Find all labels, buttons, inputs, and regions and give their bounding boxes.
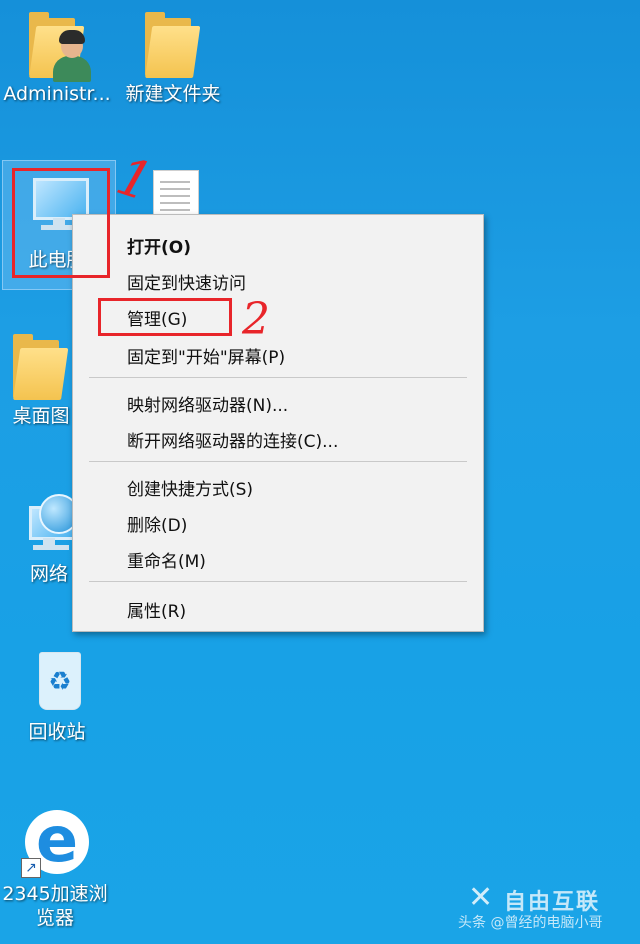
annotation-box-manage	[98, 298, 232, 336]
desktop-icon-label: 2345加速浏	[2, 883, 108, 905]
menu-item-create-shortcut[interactable]: 创建快捷方式(S)	[127, 475, 253, 500]
context-menu: 打开(O) 固定到快速访问 管理(G) 固定到"开始"屏幕(P) 映射网络驱动器…	[72, 214, 484, 632]
ie-browser-icon: e ↗	[19, 808, 91, 880]
menu-separator	[89, 581, 467, 582]
folder-icon	[5, 330, 77, 402]
desktop-icon-administrator[interactable]: Administr...	[2, 8, 112, 106]
menu-item-map-network-drive[interactable]: 映射网络驱动器(N)...	[127, 391, 288, 416]
desktop-icon-label: 新建文件夹	[125, 83, 221, 105]
menu-item-delete[interactable]: 删除(D)	[127, 511, 187, 536]
desktop-icon-label: 回收站	[28, 721, 86, 743]
desktop-icon-recycle-bin[interactable]: ♻ 回收站	[2, 646, 112, 744]
menu-separator	[89, 461, 467, 462]
shortcut-arrow-icon: ↗	[21, 858, 41, 878]
desktop-icon-label-line2: 览器	[35, 907, 74, 929]
annotation-box-this-pc	[12, 168, 110, 278]
desktop-icon-label: Administr...	[3, 83, 111, 105]
menu-item-pin-start[interactable]: 固定到"开始"屏幕(P)	[127, 343, 285, 368]
menu-item-disconnect-network-drive[interactable]: 断开网络驱动器的连接(C)...	[127, 427, 338, 452]
menu-item-open[interactable]: 打开(O)	[127, 233, 191, 258]
menu-item-pin-quick-access[interactable]: 固定到快速访问	[127, 269, 246, 294]
menu-separator	[89, 377, 467, 378]
menu-item-rename[interactable]: 重命名(M)	[127, 547, 206, 572]
annotation-step-2: 2	[242, 294, 270, 345]
user-folder-icon	[21, 8, 93, 82]
desktop-icon-new-folder[interactable]: 新建文件夹	[118, 8, 228, 106]
recycle-bin-icon: ♻	[21, 646, 93, 718]
folder-icon	[137, 8, 209, 80]
menu-item-properties[interactable]: 属性(R)	[127, 597, 186, 622]
desktop-icon-2345-browser[interactable]: e ↗ 2345加速浏 览器	[0, 808, 110, 930]
watermark-logo-mark: ✕	[468, 880, 494, 915]
watermark-credit: 头条 @曾经的电脑小哥	[458, 915, 603, 931]
